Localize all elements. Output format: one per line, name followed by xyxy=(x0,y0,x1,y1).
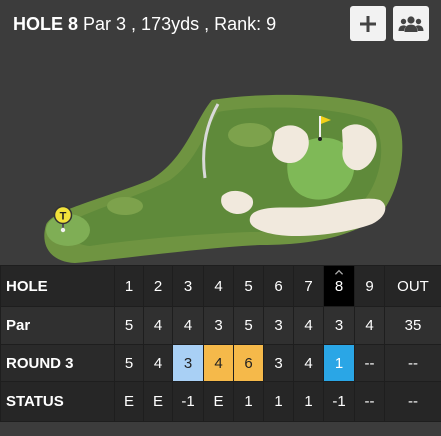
hole-cell[interactable]: 5 xyxy=(233,265,264,307)
par-cell: 5 xyxy=(114,306,144,345)
par-cell: 3 xyxy=(323,306,355,345)
status-cell: 1 xyxy=(263,381,294,422)
row-label: STATUS xyxy=(0,381,115,422)
round-row: ROUND 3 5 4 3 4 6 3 4 1 -- -- xyxy=(0,344,441,382)
status-cell-out: -- xyxy=(384,381,441,422)
hole-cell[interactable]: 3 xyxy=(172,265,204,307)
score-cell-out: -- xyxy=(384,344,441,382)
hole-map-graphic: T xyxy=(44,94,403,263)
hole-cell[interactable]: 9 xyxy=(354,265,385,307)
score-cell-bogey: 4 xyxy=(203,344,234,382)
par-cell: 4 xyxy=(293,306,324,345)
hole-cell-current[interactable]: 8 xyxy=(323,265,355,307)
tee-marker-label: T xyxy=(60,211,67,223)
status-cell: E xyxy=(143,381,173,422)
par-cell: 3 xyxy=(263,306,294,345)
score-cell: 4 xyxy=(293,344,324,382)
status-cell: -- xyxy=(354,381,385,422)
par-cell: 4 xyxy=(143,306,173,345)
rough-patch xyxy=(228,123,272,147)
par-cell: 3 xyxy=(203,306,234,345)
par-row: Par 5 4 4 3 5 3 4 3 4 35 xyxy=(0,306,441,345)
group-icon xyxy=(398,15,424,32)
header-bar: HOLE 8 Par 3 , 173yds , Rank: 9 xyxy=(0,0,441,48)
row-label: ROUND 3 xyxy=(0,344,115,382)
hole-cell[interactable]: 6 xyxy=(263,265,294,307)
row-label: Par xyxy=(0,306,115,345)
score-cell-bogey: 6 xyxy=(233,344,264,382)
score-cell: 3 xyxy=(263,344,294,382)
row-label: HOLE xyxy=(0,265,115,307)
hole-cell[interactable]: 2 xyxy=(143,265,173,307)
hole-info: Par 3 , 173yds , Rank: 9 xyxy=(83,14,277,34)
add-button[interactable] xyxy=(350,6,386,41)
status-cell: E xyxy=(114,381,144,422)
plus-icon xyxy=(360,15,376,32)
hole-map[interactable]: T xyxy=(0,48,441,268)
hole-cell[interactable]: 7 xyxy=(293,265,324,307)
chevron-up-icon xyxy=(334,269,344,275)
hole-cell[interactable]: 4 xyxy=(203,265,234,307)
score-cell: 5 xyxy=(114,344,144,382)
status-cell: E xyxy=(203,381,234,422)
hole-title: HOLE 8 Par 3 , 173yds , Rank: 9 xyxy=(13,14,276,35)
score-cell: -- xyxy=(354,344,385,382)
scorecard-table: HOLE 1 2 3 4 5 6 7 8 9 OUT Par 5 4 4 3 5… xyxy=(0,265,441,422)
status-cell: -1 xyxy=(323,381,355,422)
par-cell: 4 xyxy=(354,306,385,345)
hole-cell-out[interactable]: OUT xyxy=(384,265,441,307)
score-cell: 4 xyxy=(143,344,173,382)
status-row: STATUS E E -1 E 1 1 1 -1 -- -- xyxy=(0,381,441,422)
rough-patch xyxy=(107,197,143,215)
par-cell: 4 xyxy=(172,306,204,345)
hole-row: HOLE 1 2 3 4 5 6 7 8 9 OUT xyxy=(0,265,441,307)
par-cell: 5 xyxy=(233,306,264,345)
status-cell: 1 xyxy=(293,381,324,422)
group-button[interactable] xyxy=(393,6,429,41)
par-cell-out: 35 xyxy=(384,306,441,345)
hole-label: HOLE 8 xyxy=(13,14,79,34)
hole-cell[interactable]: 1 xyxy=(114,265,144,307)
score-cell-current: 1 xyxy=(323,344,355,382)
hole-number: 8 xyxy=(334,277,344,295)
status-cell: 1 xyxy=(233,381,264,422)
status-cell: -1 xyxy=(172,381,204,422)
score-cell-birdie: 3 xyxy=(172,344,204,382)
